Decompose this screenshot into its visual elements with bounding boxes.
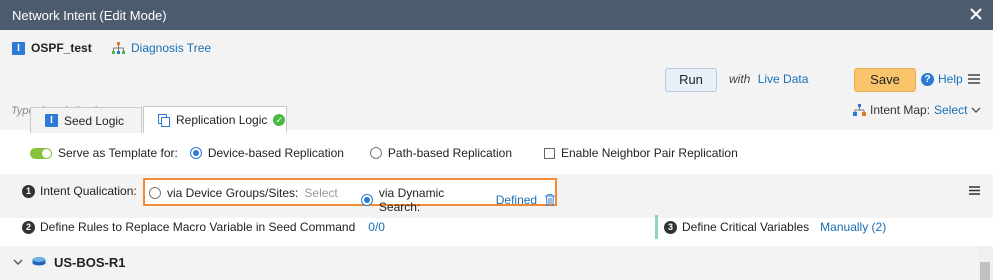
diagnosis-tree-label: Diagnosis Tree (131, 41, 212, 55)
intent-map-value[interactable]: Select (934, 103, 967, 117)
tab-seed-logic-label: Seed Logic (64, 113, 125, 128)
title-bar: Network Intent (Edit Mode) (0, 0, 993, 30)
menu-icon[interactable] (968, 74, 980, 84)
rules-count-link[interactable]: 0/0 (368, 220, 385, 234)
device-groups-radio[interactable] (149, 187, 161, 199)
device-groups-option[interactable]: via Device Groups/Sites: Select (149, 186, 338, 200)
critical-variables-row: 3 Define Critical Variables Manually (2) (664, 220, 886, 234)
help-label: Help (938, 72, 963, 86)
intent-qualification-label: Intent Qualication: (40, 184, 137, 198)
intent-map-selector[interactable]: Intent Map: Select (853, 103, 981, 117)
intent-qualification-heading: 1 Intent Qualication: (22, 184, 137, 198)
device-based-label[interactable]: Device-based Replication (208, 146, 344, 160)
neighbor-pair-checkbox[interactable] (544, 147, 555, 159)
close-icon[interactable] (967, 5, 985, 23)
tab-seed-logic[interactable]: I Seed Logic (30, 107, 142, 133)
serve-template-toggle[interactable] (30, 147, 52, 159)
critical-variables-label: Define Critical Variables (682, 220, 810, 234)
device-row[interactable]: US-BOS-R1 (0, 246, 978, 280)
trash-icon[interactable] (545, 194, 555, 206)
step-number-icon: 3 (664, 220, 677, 234)
router-icon (32, 257, 46, 266)
tree-icon (112, 41, 125, 54)
help-icon: ? (921, 72, 934, 86)
with-label: with (729, 72, 751, 86)
divider (655, 215, 658, 239)
device-groups-label[interactable]: via Device Groups/Sites: (167, 186, 298, 200)
save-button[interactable]: Save (854, 68, 916, 92)
intent-map-icon (853, 104, 866, 116)
help-link[interactable]: ? Help (921, 72, 963, 86)
run-button[interactable]: Run (665, 68, 717, 92)
serve-template-label: Serve as Template for: (58, 146, 178, 160)
tab-replication-logic[interactable]: Replication Logic ✓ (143, 106, 287, 133)
live-data-label[interactable]: Live Data (758, 72, 809, 86)
define-rules-row: 2 Define Rules to Replace Macro Variable… (22, 220, 385, 234)
dynamic-search-label[interactable]: via Dynamic Search: (379, 186, 488, 214)
chevron-down-icon[interactable] (971, 106, 981, 114)
live-data-selector[interactable]: with Live Data (729, 72, 808, 86)
intent-map-label: Intent Map: (870, 103, 931, 117)
window-title: Network Intent (Edit Mode) (12, 8, 167, 23)
intent-name-row: I OSPF_test (12, 41, 92, 55)
dynamic-search-radio[interactable] (361, 194, 373, 206)
scrollbar-thumb[interactable] (980, 262, 990, 280)
neighbor-pair-label[interactable]: Enable Neighbor Pair Replication (561, 146, 738, 160)
device-name[interactable]: US-BOS-R1 (54, 255, 126, 270)
section-menu-icon[interactable] (969, 186, 980, 195)
template-options-row: Serve as Template for: Device-based Repl… (30, 146, 738, 160)
define-rules-label: Define Rules to Replace Macro Variable i… (40, 220, 356, 234)
chevron-down-icon[interactable] (13, 258, 23, 266)
intent-qualification-section: 1 Intent Qualication: via Device Groups/… (0, 174, 993, 218)
dynamic-search-option[interactable]: via Dynamic Search: Defined (361, 186, 555, 214)
tab-replication-logic-label: Replication Logic (176, 113, 268, 127)
step-number-icon: 2 (22, 220, 35, 234)
path-based-radio[interactable] (369, 147, 382, 159)
check-icon: ✓ (273, 114, 286, 126)
intent-icon: I (12, 41, 25, 55)
device-based-radio[interactable] (189, 147, 202, 159)
seed-logic-icon: I (45, 114, 58, 127)
step-number-icon: 1 (22, 184, 35, 198)
device-groups-select[interactable]: Select (304, 186, 337, 200)
dynamic-search-defined-link[interactable]: Defined (496, 193, 537, 207)
intent-name[interactable]: OSPF_test (31, 41, 92, 55)
diagnosis-tree-link[interactable]: Diagnosis Tree (112, 41, 211, 55)
path-based-label[interactable]: Path-based Replication (388, 146, 512, 160)
critical-variables-link[interactable]: Manually (2) (820, 220, 886, 234)
qualification-options: via Device Groups/Sites: Select via Dyna… (143, 178, 557, 214)
replication-icon (158, 113, 170, 127)
